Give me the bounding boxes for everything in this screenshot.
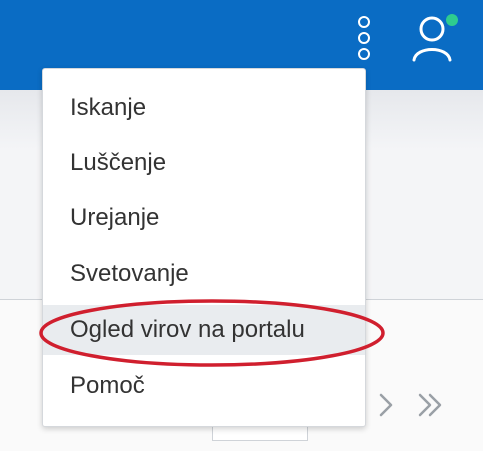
menu-item-ogled-virov[interactable]: Ogled virov na portalu	[43, 305, 365, 355]
menu-item-pomoc[interactable]: Pomoč	[43, 361, 365, 411]
pager-input[interactable]	[212, 426, 308, 441]
menu-item-iskanje[interactable]: Iskanje	[43, 83, 365, 133]
menu-item-label: Pomoč	[70, 372, 145, 399]
menu-item-label: Urejanje	[70, 204, 160, 231]
chevron-right-icon[interactable]	[372, 390, 400, 420]
menu-item-label: Svetovanje	[70, 260, 189, 287]
menu-item-svetovanje[interactable]: Svetovanje	[43, 249, 365, 299]
dot	[358, 16, 370, 28]
menu-item-luscenje[interactable]: Luščenje	[43, 138, 365, 188]
menu-item-label: Ogled virov na portalu	[70, 316, 305, 343]
overflow-dropdown-menu: Iskanje Luščenje Urejanje Svetovanje Ogl…	[42, 68, 366, 427]
double-chevron-right-icon[interactable]	[416, 390, 444, 420]
user-account-icon[interactable]	[408, 14, 458, 64]
menu-item-urejanje[interactable]: Urejanje	[43, 193, 365, 243]
menu-item-label: Luščenje	[70, 149, 167, 176]
dot	[358, 48, 370, 60]
menu-item-label: Iskanje	[70, 94, 147, 121]
dot	[358, 32, 370, 44]
online-status-dot	[446, 14, 458, 26]
more-options-icon[interactable]	[352, 14, 376, 64]
